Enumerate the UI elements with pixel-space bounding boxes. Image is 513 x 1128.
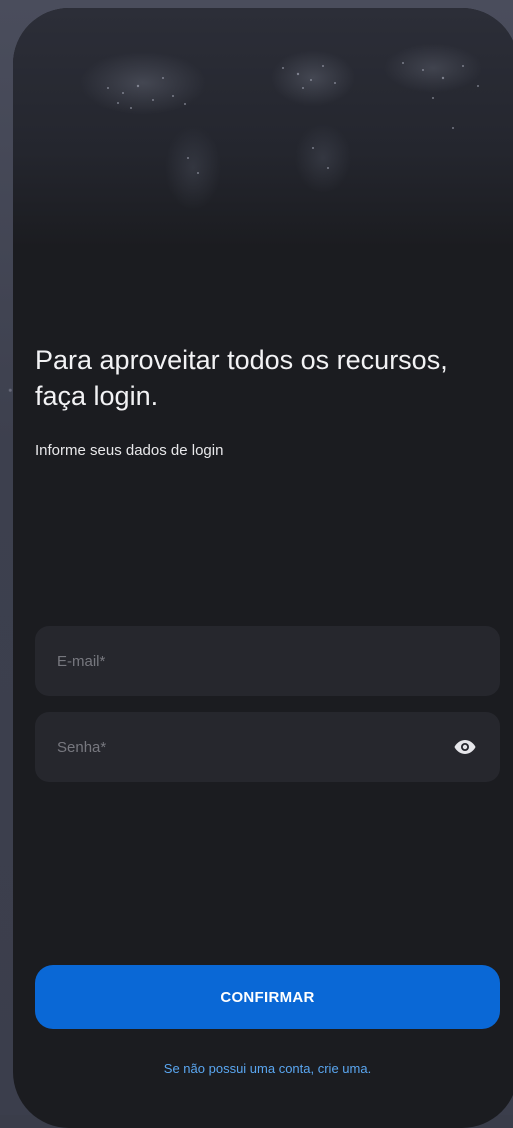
signup-link[interactable]: Se não possui uma conta, crie uma.: [35, 1061, 500, 1076]
email-field[interactable]: [35, 626, 500, 696]
page-subtitle: Informe seus dados de login: [35, 442, 224, 459]
page-title: Para aproveitar todos os recursos, faça …: [35, 345, 448, 411]
email-input[interactable]: [57, 652, 478, 670]
login-form: Para aproveitar todos os recursos, faça …: [35, 8, 500, 1128]
password-field[interactable]: [35, 712, 500, 782]
login-screen: Para aproveitar todos os recursos, faça …: [13, 8, 513, 1128]
eye-icon[interactable]: [452, 734, 478, 760]
password-input[interactable]: [57, 738, 452, 756]
confirm-button[interactable]: CONFIRMAR: [35, 965, 500, 1029]
